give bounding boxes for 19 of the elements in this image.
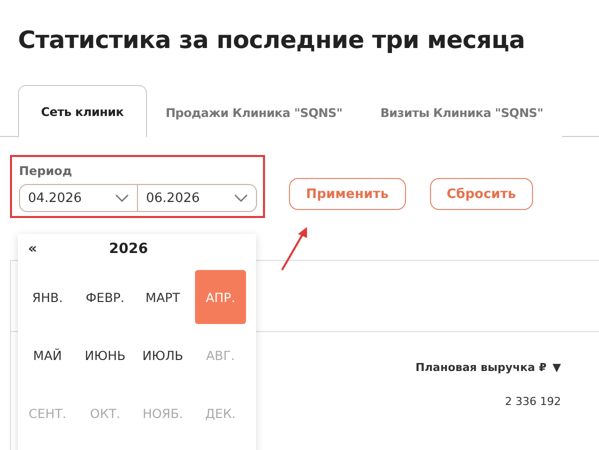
month-option[interactable]: ФЕВР. bbox=[80, 270, 131, 324]
arrow-drawing bbox=[280, 226, 310, 272]
tab[interactable]: Сеть клиник bbox=[18, 85, 147, 137]
chevron-down-icon bbox=[115, 194, 129, 202]
month-option[interactable]: МАЙ bbox=[22, 328, 73, 382]
month-option[interactable]: ИЮНЬ bbox=[80, 328, 131, 382]
year-label: 2026 bbox=[109, 241, 148, 257]
column-header[interactable]: Плановая выручка ₽ bbox=[416, 361, 547, 374]
month-select[interactable]: 04.2026 bbox=[19, 184, 138, 212]
month-option[interactable]: ЯНВ. bbox=[22, 270, 73, 324]
page-title: Статистика за последние три месяца bbox=[17, 25, 526, 54]
previous-year-button[interactable]: « bbox=[28, 241, 38, 257]
sort-indicator[interactable]: ▼ bbox=[552, 361, 561, 374]
field-label: Период bbox=[19, 164, 74, 178]
month-option[interactable]: ИЮЛЬ bbox=[137, 328, 188, 382]
chevron-down-icon bbox=[234, 194, 248, 202]
table-cell-text: 2 336 192 bbox=[504, 394, 562, 408]
month-select[interactable]: 06.2026 bbox=[138, 184, 257, 212]
month-option[interactable]: МАРТ bbox=[137, 270, 188, 324]
